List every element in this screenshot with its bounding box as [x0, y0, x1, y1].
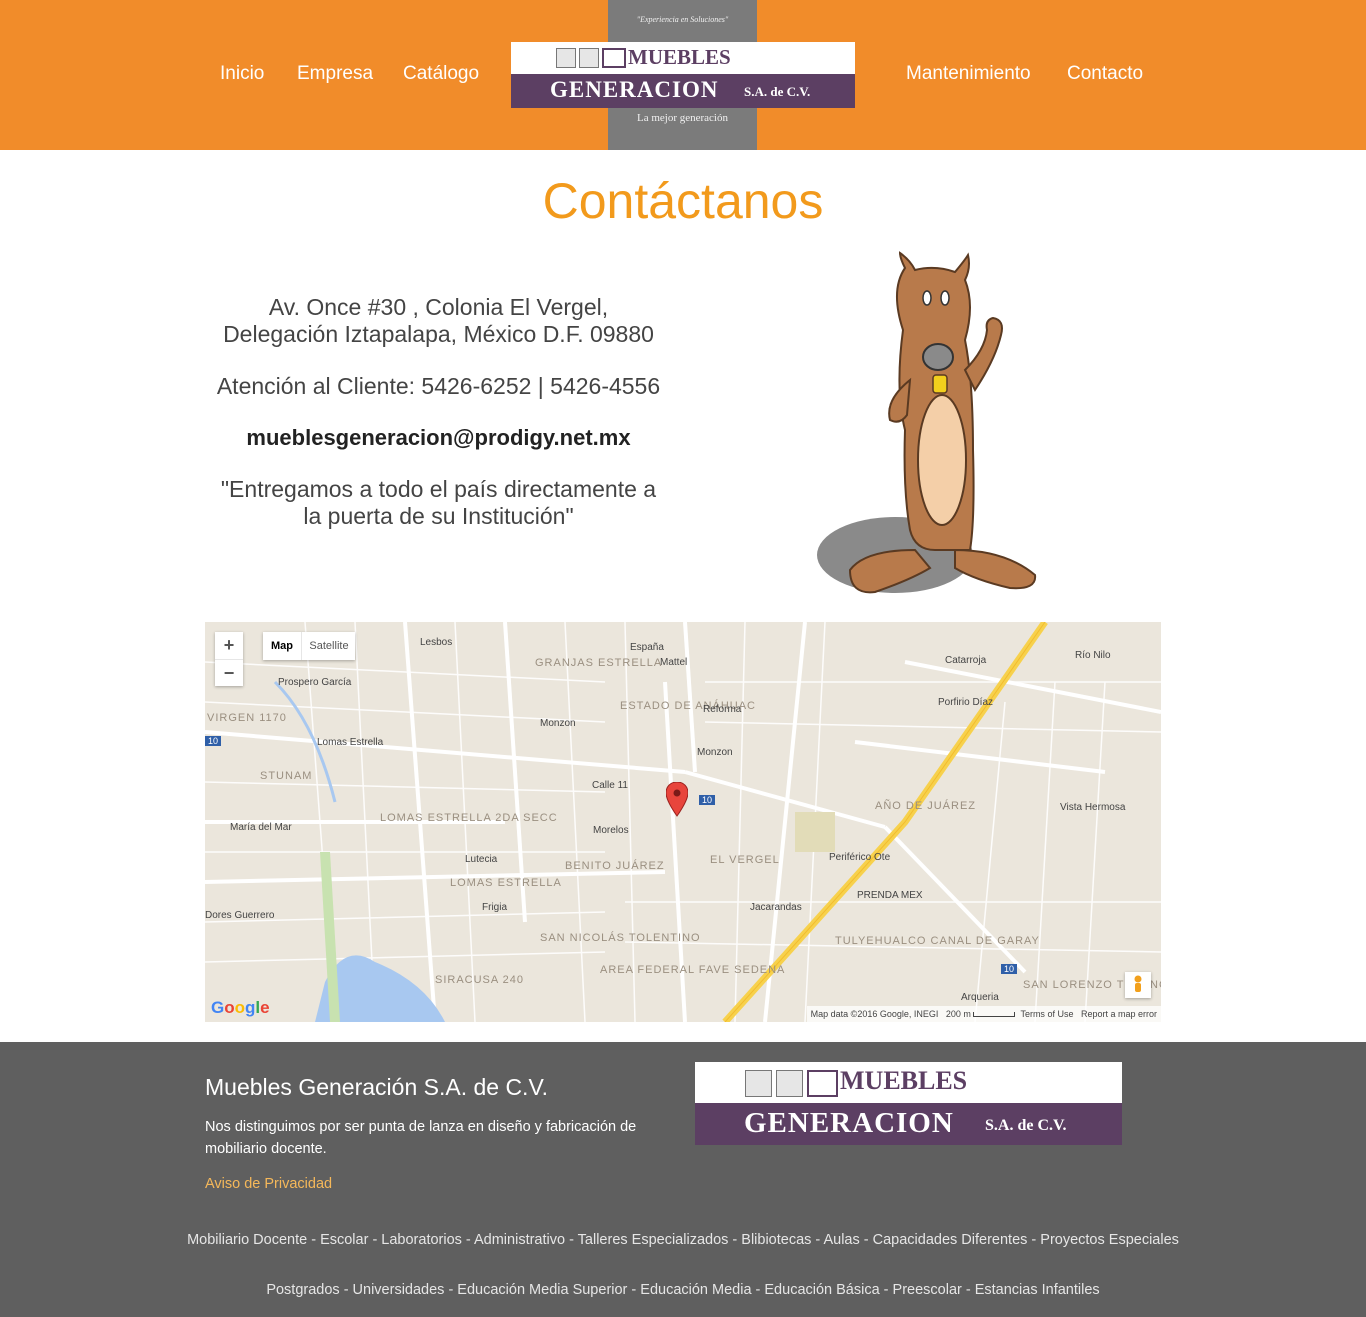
- map-area-label: AÑO DE JUÁREZ: [875, 800, 977, 812]
- nav-contacto[interactable]: Contacto: [1067, 63, 1143, 85]
- privacy-notice-link[interactable]: Aviso de Privacidad: [205, 1176, 332, 1192]
- map-street-label: Monzon: [697, 747, 733, 758]
- logo-square-icon: [745, 1070, 772, 1097]
- zoom-in-button[interactable]: +: [215, 632, 243, 658]
- header-logo[interactable]: MUEBLES GENERACION S.A. de C.V.: [511, 42, 855, 108]
- quote-line-1: "Entregamos a todo el país directamente …: [220, 476, 657, 502]
- map-area-label: SIRACUSA 240: [435, 974, 525, 986]
- mascot-belly: [917, 394, 967, 526]
- logo-square-icon: [602, 48, 626, 68]
- highway-shield-icon: 10: [1001, 964, 1018, 974]
- mascot-nose: [922, 343, 954, 371]
- map-street-label: Jacarandas: [750, 902, 802, 913]
- quote-line-2: la puerta de su Institución": [303, 503, 574, 529]
- map-street-label: Arqueria: [961, 992, 999, 1003]
- map-street-label: Dores Guerrero: [205, 910, 275, 921]
- map-street-label: Lutecia: [465, 854, 498, 865]
- logo-word-muebles: MUEBLES: [628, 45, 731, 69]
- logo-tagline-bottom: La mejor generación: [636, 112, 728, 124]
- map-type-map-button[interactable]: Map: [263, 632, 301, 660]
- logo-top: MUEBLES: [511, 42, 855, 74]
- map-area-label: AREA FEDERAL FAVE SEDENA: [600, 964, 786, 976]
- street-view-pegman-icon[interactable]: [1125, 972, 1151, 998]
- map-street-label: Catarroja: [945, 655, 987, 666]
- site-header: Inicio Empresa Catálogo Mantenimiento Co…: [0, 0, 1366, 150]
- map-zoom-controls: + −: [215, 632, 243, 686]
- page-title: Contáctanos: [542, 173, 824, 229]
- phone-line: Atención al Cliente: 5426-6252 | 5426-45…: [216, 373, 661, 399]
- footer-company-name: Muebles Generación S.A. de C.V.: [205, 1074, 549, 1100]
- map-area-label: LOMAS ESTRELLA: [450, 877, 562, 889]
- highway-shield-icon: 10: [699, 795, 716, 805]
- map-area-label: GRANJAS ESTRELLA: [535, 657, 663, 669]
- map-street-label: Morelos: [593, 825, 629, 836]
- logo-suffix: S.A. de C.V.: [985, 1117, 1067, 1134]
- map-report-error-link[interactable]: Report a map error: [1081, 1009, 1157, 1019]
- map-street-label: Lesbos: [420, 637, 453, 648]
- footer-logo-top: MUEBLES: [695, 1062, 1122, 1103]
- google-logo[interactable]: Google: [211, 998, 270, 1018]
- footer-description: Nos distinguimos por ser punta de lanza …: [205, 1119, 637, 1157]
- logo-suffix: S.A. de C.V.: [744, 84, 811, 99]
- map-street-label: María del Mar: [230, 822, 292, 833]
- logo-square-icon: [579, 48, 599, 68]
- map-scale[interactable]: 200 m: [946, 1009, 971, 1019]
- map-area-label: TULYEHUALCO CANAL DE GARAY: [835, 935, 1040, 947]
- nav-empresa[interactable]: Empresa: [297, 63, 373, 85]
- highway-shield-icon: 10: [205, 736, 222, 746]
- logo-bottom: GENERACION S.A. de C.V.: [511, 74, 855, 108]
- footer-categories-row-2[interactable]: Postgrados - Universidades - Educación M…: [0, 1282, 1366, 1298]
- map-type-satellite-button[interactable]: Satellite: [301, 632, 356, 660]
- mascot-tongue: [932, 374, 948, 394]
- map-terms-link[interactable]: Terms of Use: [1020, 1009, 1073, 1019]
- map-area-label: LOMAS ESTRELLA 2DA SECC: [380, 812, 558, 824]
- logo-word-generacion: GENERACION: [550, 77, 719, 102]
- map-area-label: STUNAM: [260, 770, 313, 782]
- map-street-label: Lomas Estrella: [317, 737, 384, 748]
- address-line-1: Av. Once #30 , Colonia El Vergel,: [268, 294, 609, 320]
- map-area-label: SAN NICOLÁS TOLENTINO: [540, 932, 701, 944]
- map-scale-bar: [973, 1012, 1016, 1018]
- address-line-2: Delegación Iztapalapa, México D.F. 09880: [223, 321, 654, 347]
- logo-square-icon: [556, 48, 576, 68]
- map-street-label: Calle 11: [592, 780, 628, 791]
- nav-mantenimiento[interactable]: Mantenimiento: [906, 63, 1031, 85]
- logo-square-icon: [807, 1070, 838, 1097]
- mascot-raised-paw: [963, 316, 1003, 392]
- email-link[interactable]: mueblesgeneracion@prodigy.net.mx: [180, 424, 697, 451]
- map-location-pin-icon[interactable]: [666, 782, 688, 818]
- logo-word-muebles: MUEBLES: [840, 1066, 968, 1095]
- mascot-eye: [940, 290, 950, 306]
- mascot-eye: [922, 290, 932, 306]
- google-map[interactable]: GRANJAS ESTRELLA ESTADO DE ANÁHUAC VIRGE…: [205, 622, 1161, 1022]
- map-street-label: Monzon: [540, 718, 576, 729]
- map-street-label: PRENDA MEX: [857, 890, 923, 901]
- map-street-label: Periférico Ote: [829, 852, 891, 863]
- nav-catalogo[interactable]: Catálogo: [403, 63, 479, 85]
- map-street-label: Frigia: [482, 902, 508, 913]
- map-area-label: VIRGEN 1170: [207, 712, 287, 724]
- footer-logo[interactable]: MUEBLES GENERACION S.A. de C.V.: [695, 1062, 1122, 1145]
- zoom-out-button[interactable]: −: [215, 659, 243, 686]
- map-street-label: Mattel: [660, 657, 688, 668]
- footer-categories-row-1[interactable]: Mobiliario Docente - Escolar - Laborator…: [0, 1232, 1366, 1248]
- map-street-label: Vista Hermosa: [1060, 802, 1126, 813]
- map-area-label: EL VERGEL: [710, 854, 780, 866]
- mascot-foot: [954, 548, 1037, 590]
- map-area-label: BENITO JUÁREZ: [565, 860, 665, 872]
- map-street-label: España: [630, 642, 664, 653]
- logo-word-generacion: GENERACION: [744, 1107, 954, 1139]
- map-attribution: Map data ©2016 Google, INEGI: [810, 1009, 939, 1019]
- map-street-label: Porfirio Díaz: [938, 697, 994, 708]
- logo-tagline-top: "Experiencia en Soluciones": [636, 15, 729, 24]
- map-street-label: Reforma: [703, 704, 742, 715]
- nav-inicio[interactable]: Inicio: [220, 63, 264, 85]
- dog-mascot-illustration: [817, 251, 1037, 594]
- map-street-label: Prospero García: [278, 677, 352, 688]
- map-type-control: Map Satellite: [263, 632, 355, 660]
- map-attribution-bar: Map data ©2016 Google, INEGI 200 m Terms…: [806, 1006, 1161, 1022]
- logo-square-icon: [776, 1070, 803, 1097]
- footer-logo-bottom: GENERACION S.A. de C.V.: [695, 1103, 1122, 1145]
- map-street-label: Río Nilo: [1075, 650, 1111, 661]
